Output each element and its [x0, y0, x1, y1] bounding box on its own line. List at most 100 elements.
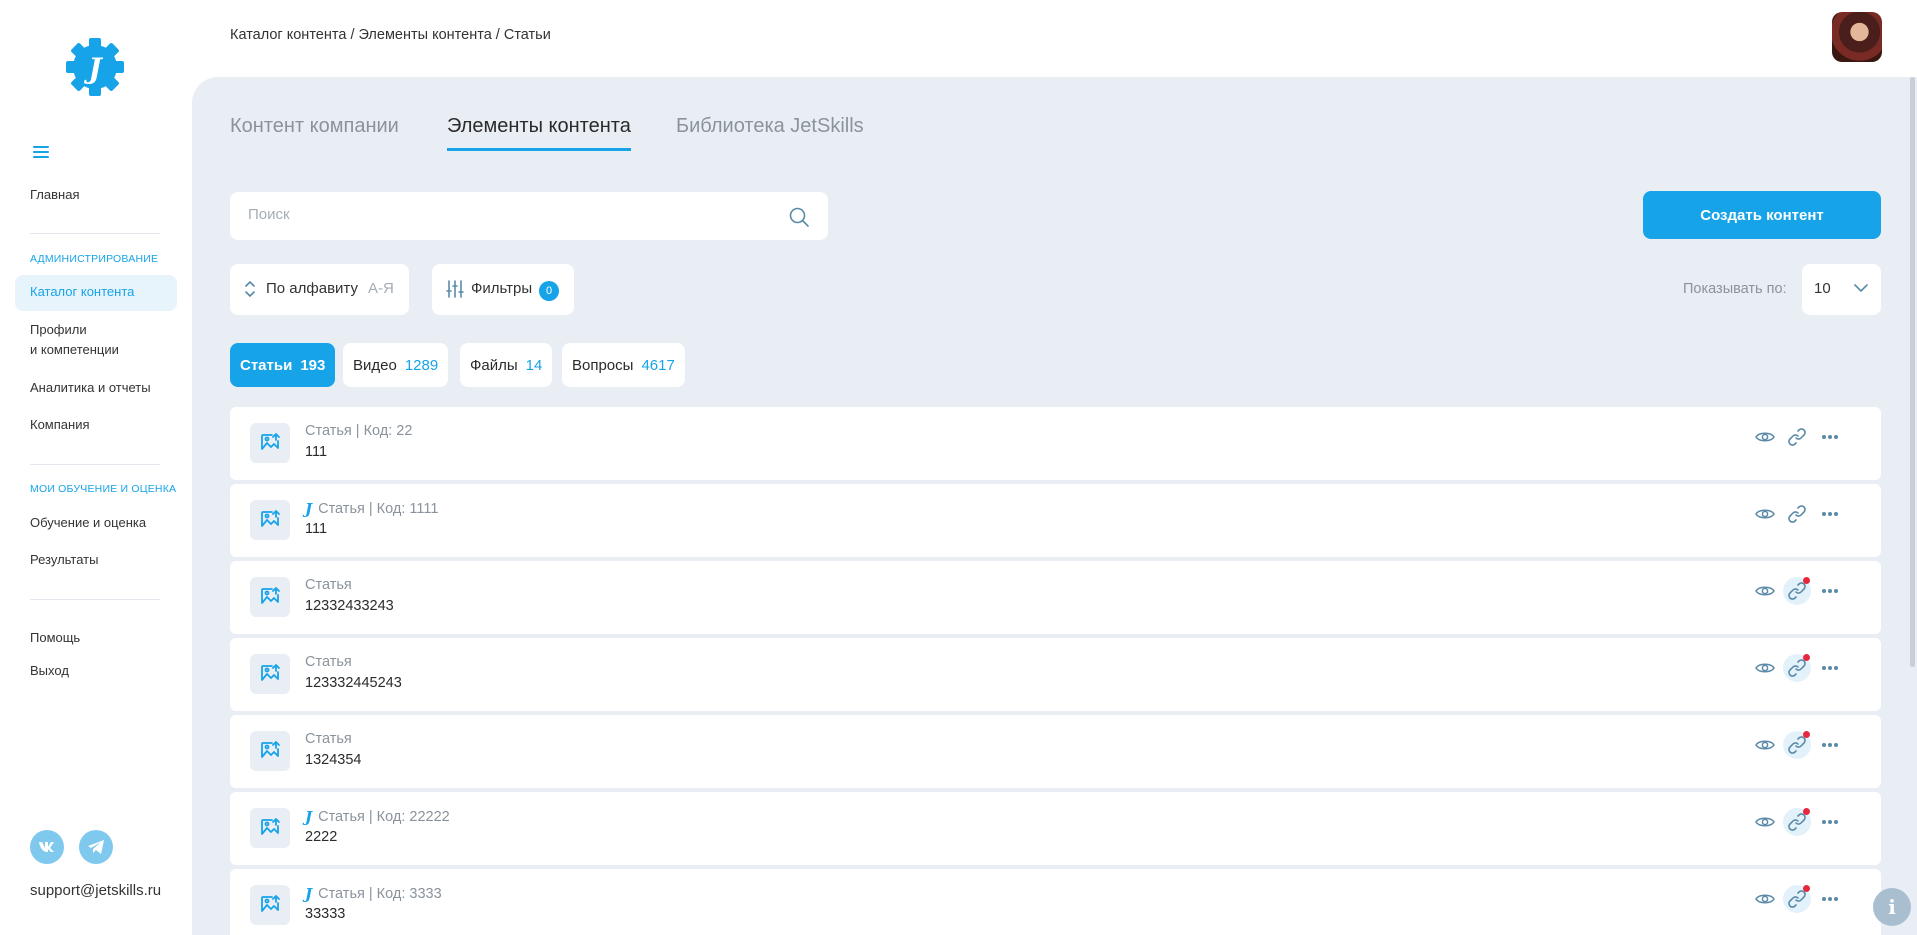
more-dots-icon[interactable] [1816, 885, 1844, 913]
sidebar-divider [30, 464, 160, 465]
item-meta: J Статья | Код: 22222 [305, 808, 450, 826]
vk-icon[interactable] [30, 830, 64, 864]
item-title: 33333 [305, 906, 346, 922]
type-tab-articles[interactable]: Статьи 193 [230, 343, 336, 387]
list-item[interactable]: Статья 1324354 [230, 715, 1881, 788]
sidebar: J Главная АДМИНИСТРИРОВАНИЕ Каталог конт… [0, 0, 192, 935]
item-meta-text: Статья | Код: 1111 [318, 501, 439, 517]
tab-company-content[interactable]: Контент компании [230, 115, 399, 148]
content-list: Статья | Код: 22 111 J Статья | Код: 111… [230, 407, 1881, 935]
jetskills-badge-icon: J [305, 885, 313, 903]
item-meta: J Статья | Код: 3333 [305, 885, 442, 903]
link-icon[interactable] [1783, 654, 1811, 682]
more-dots-icon[interactable] [1816, 577, 1844, 605]
page-size-value: 10 [1814, 280, 1831, 297]
telegram-icon[interactable] [79, 830, 113, 864]
main-panel: Контент компании Элементы контента Библи… [192, 77, 1917, 935]
item-title: 12332433243 [305, 598, 394, 614]
list-item[interactable]: J Статья | Код: 3333 33333 [230, 869, 1881, 935]
more-dots-icon[interactable] [1816, 731, 1844, 759]
eye-icon[interactable] [1751, 885, 1779, 913]
type-tab-count: 14 [525, 356, 543, 374]
scrollbar[interactable] [1910, 77, 1915, 667]
item-title: 1324354 [305, 752, 362, 768]
eye-icon[interactable] [1751, 423, 1779, 451]
tab-content-elements[interactable]: Элементы контента [447, 115, 631, 151]
info-icon[interactable]: i [1873, 888, 1911, 926]
image-upload-icon [250, 885, 290, 925]
nav-logout[interactable]: Выход [30, 661, 69, 681]
nav-company[interactable]: Компания [30, 415, 90, 435]
item-meta-text: Статья | Код: 22222 [318, 809, 450, 825]
search-input[interactable] [248, 206, 768, 223]
filters-button[interactable]: Фильтры 0 [432, 264, 574, 315]
nav-analytics[interactable]: Аналитика и отчеты [30, 378, 151, 398]
more-dots-icon[interactable] [1816, 654, 1844, 682]
item-meta-text: Статья | Код: 3333 [318, 886, 442, 902]
list-item[interactable]: Статья | Код: 22 111 [230, 407, 1881, 480]
nav-profiles[interactable]: Профили и компетенции [30, 320, 119, 360]
search-box [230, 192, 828, 240]
list-item[interactable]: Статья 123332445243 [230, 638, 1881, 711]
image-upload-icon [250, 423, 290, 463]
nav-learning[interactable]: Обучение и оценка [30, 513, 146, 533]
page-size-select[interactable]: 10 [1802, 264, 1881, 315]
section-learning-label: МОИ ОБУЧЕНИЕ И ОЦЕНКА [30, 483, 177, 495]
jetskills-badge-icon: J [305, 808, 313, 826]
image-upload-icon [250, 731, 290, 771]
image-upload-icon [250, 500, 290, 540]
more-dots-icon[interactable] [1816, 423, 1844, 451]
support-email-link[interactable]: support@jetskills.ru [30, 882, 161, 899]
eye-icon[interactable] [1751, 731, 1779, 759]
filters-label: Фильтры [471, 280, 533, 297]
link-icon[interactable] [1783, 577, 1811, 605]
eye-icon[interactable] [1751, 500, 1779, 528]
nav-results[interactable]: Результаты [30, 550, 98, 570]
more-dots-icon[interactable] [1816, 500, 1844, 528]
notification-dot [1803, 577, 1810, 584]
type-tab-questions[interactable]: Вопросы 4617 [562, 343, 685, 387]
image-upload-icon [250, 808, 290, 848]
create-content-button[interactable]: Создать контент [1643, 191, 1881, 239]
item-meta: J Статья | Код: 1111 [305, 500, 438, 518]
list-item[interactable]: J Статья | Код: 22222 2222 [230, 792, 1881, 865]
item-title: 111 [305, 444, 328, 460]
section-admin-label: АДМИНИСТРИРОВАНИЕ [30, 253, 159, 265]
item-title: 2222 [305, 829, 338, 845]
filters-count-badge: 0 [539, 281, 559, 301]
link-icon[interactable] [1783, 500, 1811, 528]
menu-toggle-icon[interactable] [33, 146, 49, 160]
tab-jetskills-library[interactable]: Библиотека JetSkills [676, 115, 864, 148]
list-item[interactable]: Статья 12332433243 [230, 561, 1881, 634]
logo-icon[interactable]: J [64, 36, 126, 98]
type-tab-count: 4617 [641, 356, 675, 374]
nav-profiles-line2: и компетенции [30, 342, 119, 357]
link-icon[interactable] [1783, 731, 1811, 759]
sort-label: По алфавиту [266, 280, 358, 297]
sort-button[interactable]: По алфавиту А-Я [230, 264, 409, 315]
link-icon[interactable] [1783, 885, 1811, 913]
eye-icon[interactable] [1751, 654, 1779, 682]
chevron-down-icon [1854, 284, 1868, 293]
item-title: 111 [305, 521, 328, 537]
link-icon[interactable] [1783, 808, 1811, 836]
type-tab-files[interactable]: Файлы 14 [460, 343, 553, 387]
notification-dot [1803, 731, 1810, 738]
eye-icon[interactable] [1751, 808, 1779, 836]
eye-icon[interactable] [1751, 577, 1779, 605]
link-icon[interactable] [1783, 423, 1811, 451]
avatar[interactable] [1832, 12, 1882, 62]
sliders-icon [446, 280, 464, 298]
page-size-label: Показывать по: [1683, 281, 1787, 297]
list-item[interactable]: J Статья | Код: 1111 111 [230, 484, 1881, 557]
search-icon[interactable] [788, 206, 810, 228]
nav-catalog[interactable]: Каталог контента [15, 275, 177, 311]
type-tab-video[interactable]: Видео 1289 [343, 343, 449, 387]
item-meta-text: Статья [305, 577, 352, 593]
nav-help[interactable]: Помощь [30, 628, 80, 648]
item-title: 123332445243 [305, 675, 402, 691]
sort-arrows-icon [245, 281, 255, 297]
nav-home[interactable]: Главная [30, 185, 79, 205]
more-dots-icon[interactable] [1816, 808, 1844, 836]
notification-dot [1803, 885, 1810, 892]
